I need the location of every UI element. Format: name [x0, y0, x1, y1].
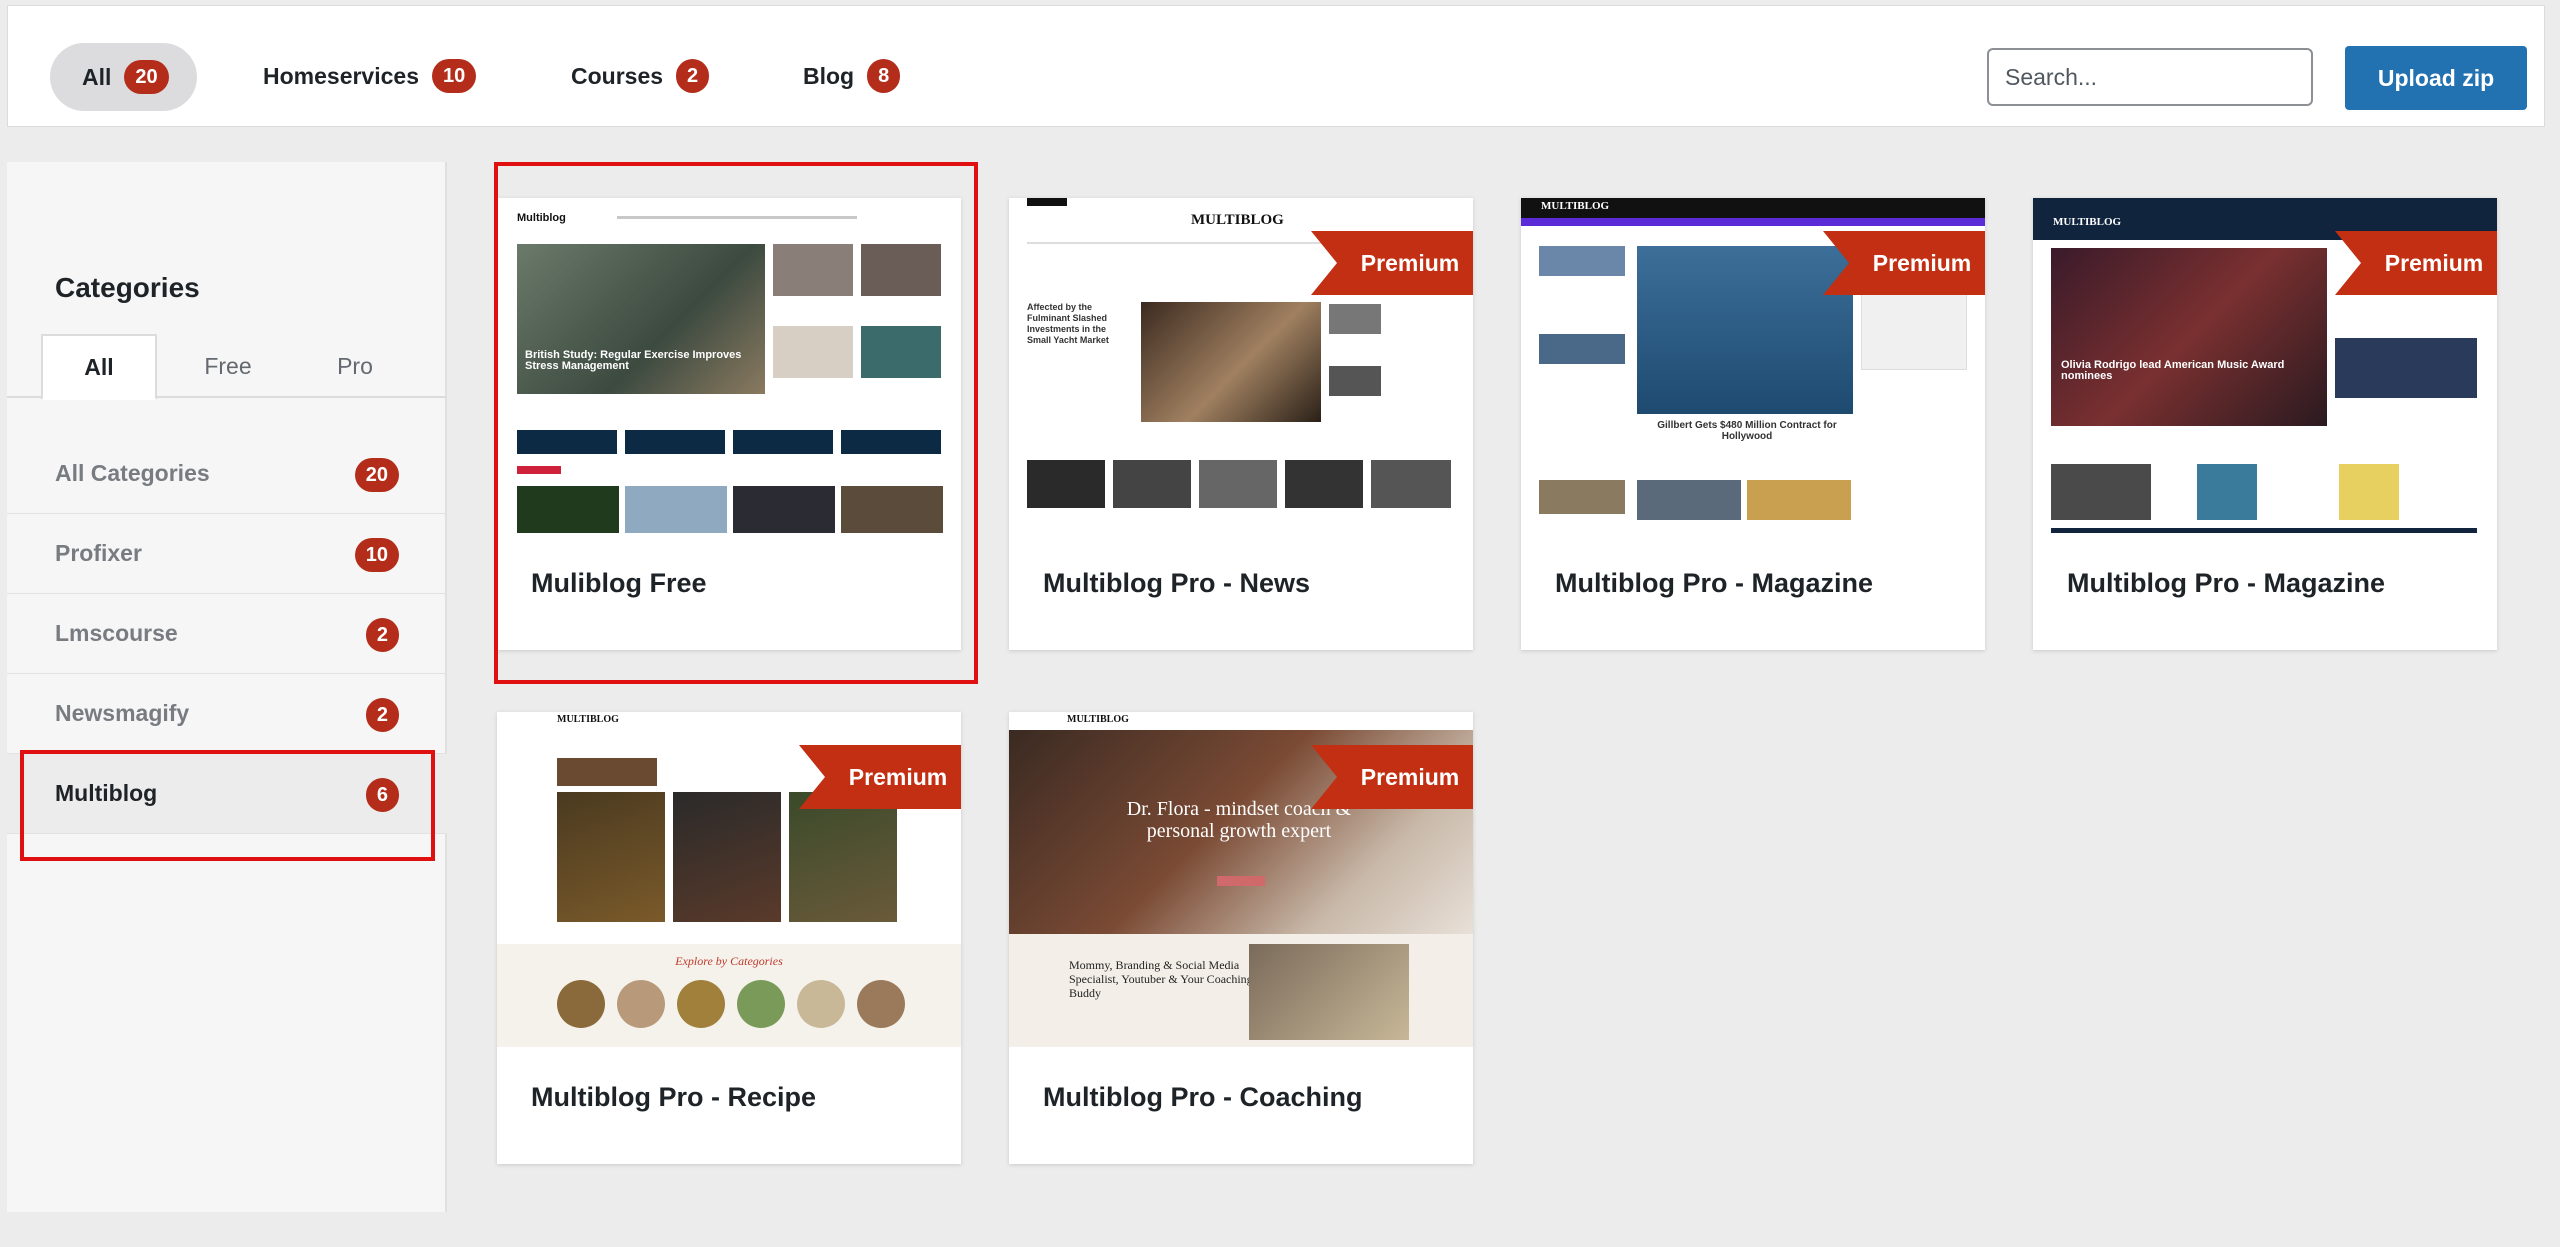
- template-name: Multiblog Pro - Recipe: [531, 1082, 817, 1112]
- thumb-subheadline: Mommy, Branding & Social Media Specialis…: [1069, 958, 1253, 1000]
- filter-tab-courses[interactable]: Courses 2: [571, 44, 710, 108]
- thumb-logo: MULTIBLOG: [557, 714, 619, 725]
- filter-tab-label: Courses: [571, 62, 664, 89]
- categories-sidebar: Categories All Free Pro All Categories 2…: [7, 162, 447, 1212]
- category-item-newsmagify[interactable]: Newsmagify 2: [7, 674, 447, 754]
- thumb-headline: British Study: Regular Exercise Improves…: [525, 349, 742, 372]
- count-badge: 8: [867, 59, 901, 93]
- template-name: Multiblog Pro - Magazine: [2067, 568, 2385, 598]
- count-badge: 10: [354, 538, 399, 572]
- count-badge: 2: [365, 618, 399, 652]
- category-list: All Categories 20 Profixer 10 Lmscourse …: [7, 434, 447, 834]
- thumb-section-title: Explore by Categories: [675, 954, 783, 968]
- template-card[interactable]: MULTIBLOG Gillbert Gets $480 Million Con…: [1521, 198, 1985, 650]
- category-label: All Categories: [55, 460, 210, 486]
- thumb-headline: Olivia Rodrigo lead American Music Award…: [2061, 359, 2285, 382]
- count-badge: 6: [365, 778, 399, 812]
- count-badge: 20: [124, 60, 169, 94]
- template-card[interactable]: MULTIBLOG Olivia Rodrigo lead American M…: [2033, 198, 2497, 650]
- tab-all[interactable]: All: [41, 334, 157, 400]
- thumb-logo: MULTIBLOG: [1067, 714, 1129, 725]
- search-input[interactable]: [1987, 48, 2313, 106]
- category-item-lmscourse[interactable]: Lmscourse 2: [7, 594, 447, 674]
- count-badge: 2: [676, 59, 710, 93]
- count-badge: 2: [365, 698, 399, 732]
- template-name: Multiblog Pro - Coaching: [1043, 1082, 1363, 1112]
- thumb-logo: MULTIBLOG: [1191, 212, 1284, 228]
- category-item-multiblog[interactable]: Multiblog 6: [7, 754, 447, 834]
- filter-tab-label: Homeservices: [263, 62, 419, 89]
- filter-tab-label: All: [82, 63, 112, 90]
- category-item-all[interactable]: All Categories 20: [7, 434, 447, 514]
- category-label: Lmscourse: [55, 620, 178, 646]
- filter-tab-homeservices[interactable]: Homeservices 10: [263, 44, 477, 108]
- category-label: Newsmagify: [55, 700, 190, 726]
- thumb-headline: Gillbert Gets $480 Million Contract for …: [1657, 420, 1837, 442]
- count-badge: 10: [432, 59, 477, 93]
- tab-free[interactable]: Free: [172, 334, 284, 398]
- tab-pro[interactable]: Pro: [299, 334, 411, 398]
- category-item-profixer[interactable]: Profixer 10: [7, 514, 447, 594]
- thumb-logo: MULTIBLOG: [1541, 200, 1610, 212]
- template-card[interactable]: MULTIBLOG Affected by the Fulminant Slas…: [1009, 198, 1473, 650]
- filter-tab-all[interactable]: All 20: [50, 43, 197, 111]
- template-name: Multiblog Pro - Magazine: [1555, 568, 1873, 598]
- category-label: Profixer: [55, 540, 142, 566]
- thumb-headline: Affected by the Fulminant Slashed Invest…: [1027, 302, 1109, 345]
- template-card[interactable]: Multiblog British Study: Regular Exercis…: [497, 198, 961, 650]
- template-thumbnail: Multiblog British Study: Regular Exercis…: [497, 198, 961, 533]
- template-card[interactable]: MULTIBLOG Dr. Flora - mindset coach & pe…: [1009, 712, 1473, 1164]
- filter-tab-label: Blog: [803, 62, 855, 89]
- category-type-tabs: All Free Pro: [7, 334, 447, 400]
- template-name: Muliblog Free: [531, 568, 707, 598]
- count-badge: 20: [354, 458, 399, 492]
- thumb-logo: MULTIBLOG: [2053, 216, 2122, 228]
- upload-zip-button[interactable]: Upload zip: [2345, 46, 2527, 110]
- template-card[interactable]: MULTIBLOG Explore by Categories Premium …: [497, 712, 961, 1164]
- filter-tab-blog[interactable]: Blog 8: [803, 44, 901, 108]
- category-label: Multiblog: [55, 780, 158, 806]
- sidebar-title: Categories: [55, 272, 200, 303]
- thumb-logo: Multiblog: [517, 212, 566, 224]
- template-name: Multiblog Pro - News: [1043, 568, 1310, 598]
